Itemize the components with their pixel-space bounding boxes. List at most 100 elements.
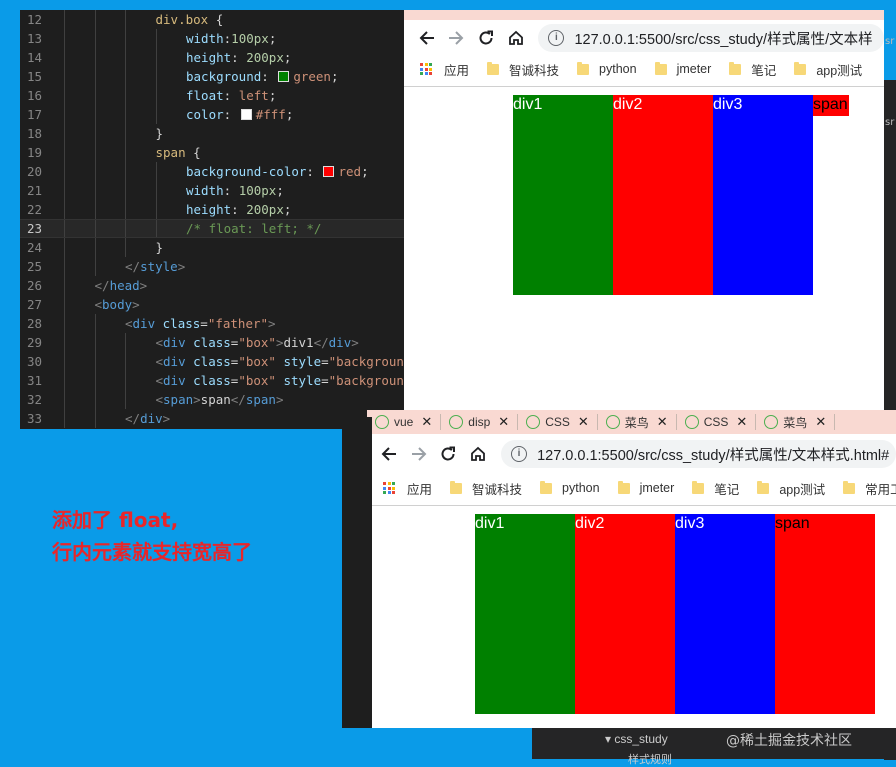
tab-close-icon[interactable]: ✕ [421, 414, 432, 430]
tab-favicon-icon [684, 415, 699, 429]
code-token: div [163, 354, 194, 369]
browser-window-2: vue ✕ disp ✕ CSS ✕ 菜鸟 ✕ CSS ✕ 菜鸟 ✕ i 127.0.0.1:5500… [367, 410, 896, 728]
back-button[interactable] [412, 23, 442, 53]
code-line[interactable]: 32 <span>span</span> [20, 390, 410, 409]
bookmark-label: 笔记 [714, 482, 740, 497]
browser-tab[interactable]: 菜鸟 ✕ [598, 414, 677, 430]
browser-tab[interactable]: 菜鸟 ✕ [756, 414, 836, 430]
code-line[interactable]: 20 background-color: red; [20, 162, 410, 181]
reload-button[interactable] [471, 23, 501, 53]
browser-tab[interactable]: disp ✕ [441, 414, 519, 430]
info-icon[interactable]: i [548, 30, 565, 46]
float-box-div2: div2 [613, 95, 713, 295]
bookmark-item[interactable]: 笔记 [729, 60, 776, 79]
code-token: } [155, 126, 164, 141]
home-button[interactable] [463, 439, 493, 469]
code-token: height [186, 50, 232, 65]
code-token: red [338, 164, 362, 179]
apps-grid-icon [420, 63, 432, 75]
address-bar[interactable]: i 127.0.0.1:5500/src/css_study/样式属性/文本样式… [501, 440, 896, 468]
code-line[interactable]: 24} [20, 238, 410, 257]
browser-tab[interactable]: vue ✕ [367, 414, 442, 430]
home-button[interactable] [501, 23, 531, 53]
code-token: background-color [186, 164, 307, 179]
code-line[interactable]: 27 <body> [20, 295, 410, 314]
bookmark-item[interactable]: jmeter [654, 61, 711, 76]
tab-label: disp [468, 415, 491, 429]
bookmark-label: app测试 [816, 63, 863, 78]
code-editor[interactable]: 12 div.box {13 width:100px; 14 height: 200px… [20, 10, 410, 429]
color-swatch[interactable] [240, 109, 252, 120]
code-line[interactable]: 13 width:100px; [20, 29, 410, 48]
code-line[interactable]: 15 background: green; [20, 67, 410, 86]
color-swatch[interactable] [323, 166, 335, 177]
code-line[interactable]: 23 /* float: left; */ [20, 219, 410, 238]
code-line[interactable]: 29 <div class="box">div1</div> [20, 333, 410, 352]
code-token: "background-c [328, 373, 410, 388]
code-token: : [223, 88, 239, 103]
apps-grid-icon [383, 482, 395, 494]
code-line[interactable]: 22 height: 200px; [20, 200, 410, 219]
side-panel-text: sr [885, 36, 895, 47]
code-line[interactable]: 17 color: #fff; [20, 105, 410, 124]
bookmark-item[interactable]: 智诚科技 [450, 479, 522, 498]
tab-close-icon[interactable]: ✕ [815, 414, 826, 430]
indent-guide [94, 48, 96, 67]
code-line[interactable]: 28 <div class="father"> [20, 314, 410, 333]
code-token: span [163, 392, 194, 407]
reload-button[interactable] [434, 439, 464, 469]
bookmark-apps[interactable]: 应用 [383, 479, 432, 498]
code-line[interactable]: 21 width: 100px; [20, 181, 410, 200]
code-line[interactable]: 30<div class="box" style="background-c [20, 352, 410, 371]
bookmark-item[interactable]: 笔记 [692, 479, 739, 498]
indent-guide [155, 105, 157, 124]
info-icon[interactable]: i [511, 446, 528, 462]
bookmark-item[interactable]: 常用工 [843, 479, 896, 498]
code-text: height: 200px; [186, 200, 291, 219]
explorer-folder-css-study[interactable]: ▾ css_study [605, 732, 668, 746]
code-line[interactable]: 31<div class="box" style="background-c [20, 371, 410, 390]
line-number: 22 [26, 202, 42, 217]
bookmark-item[interactable]: python [540, 480, 600, 495]
code-token: width [186, 183, 224, 198]
indent-guide [125, 162, 126, 181]
folder-icon [617, 480, 630, 494]
bookmark-item[interactable]: 智诚科技 [487, 60, 559, 79]
indent-guide [94, 105, 96, 124]
indent-guide [125, 181, 126, 200]
code-line[interactable]: 14 height: 200px; [20, 48, 410, 67]
line-number: 30 [26, 354, 42, 369]
tab-favicon-icon [526, 415, 541, 429]
line-number: 33 [26, 411, 42, 426]
code-line[interactable]: 19 span { [20, 143, 410, 162]
bookmark-item[interactable]: jmeter [617, 480, 674, 495]
address-bar[interactable]: i 127.0.0.1:5500/src/css_study/样式属性/文本样 [538, 24, 884, 52]
code-line[interactable]: 26 </head> [20, 276, 410, 295]
forward-button[interactable] [404, 439, 434, 469]
color-swatch[interactable] [278, 71, 290, 82]
tab-close-icon[interactable]: ✕ [657, 414, 668, 430]
tab-close-icon[interactable]: ✕ [736, 414, 747, 430]
indent-guide [94, 29, 96, 48]
code-text: width:100px; [186, 29, 276, 48]
bookmark-item[interactable]: app测试 [757, 479, 825, 498]
bookmark-apps[interactable]: 应用 [420, 60, 469, 79]
forward-button[interactable] [442, 23, 472, 53]
code-token: "box" [238, 373, 284, 388]
code-line[interactable]: 25 </style> [20, 257, 410, 276]
bookmark-item[interactable]: python [577, 61, 637, 76]
indent-guide [64, 390, 65, 409]
tab-close-icon[interactable]: ✕ [498, 414, 509, 430]
bookmarks-bar: 应用 智诚科技 python jmeter 笔记 app测试 [404, 56, 884, 82]
back-button[interactable] [374, 439, 404, 469]
code-line[interactable]: 12 div.box { [20, 10, 410, 29]
browser-tab[interactable]: CSS ✕ [677, 414, 757, 430]
code-line[interactable]: 18} [20, 124, 410, 143]
indent-guide [64, 276, 65, 295]
tab-close-icon[interactable]: ✕ [578, 414, 589, 430]
bookmark-item[interactable]: app测试 [794, 60, 862, 79]
code-token: : [231, 202, 247, 217]
explorer-folder-rules[interactable]: 样式规则 [628, 751, 672, 767]
browser-tab[interactable]: CSS ✕ [518, 414, 598, 430]
code-line[interactable]: 16 float: left; [20, 86, 410, 105]
